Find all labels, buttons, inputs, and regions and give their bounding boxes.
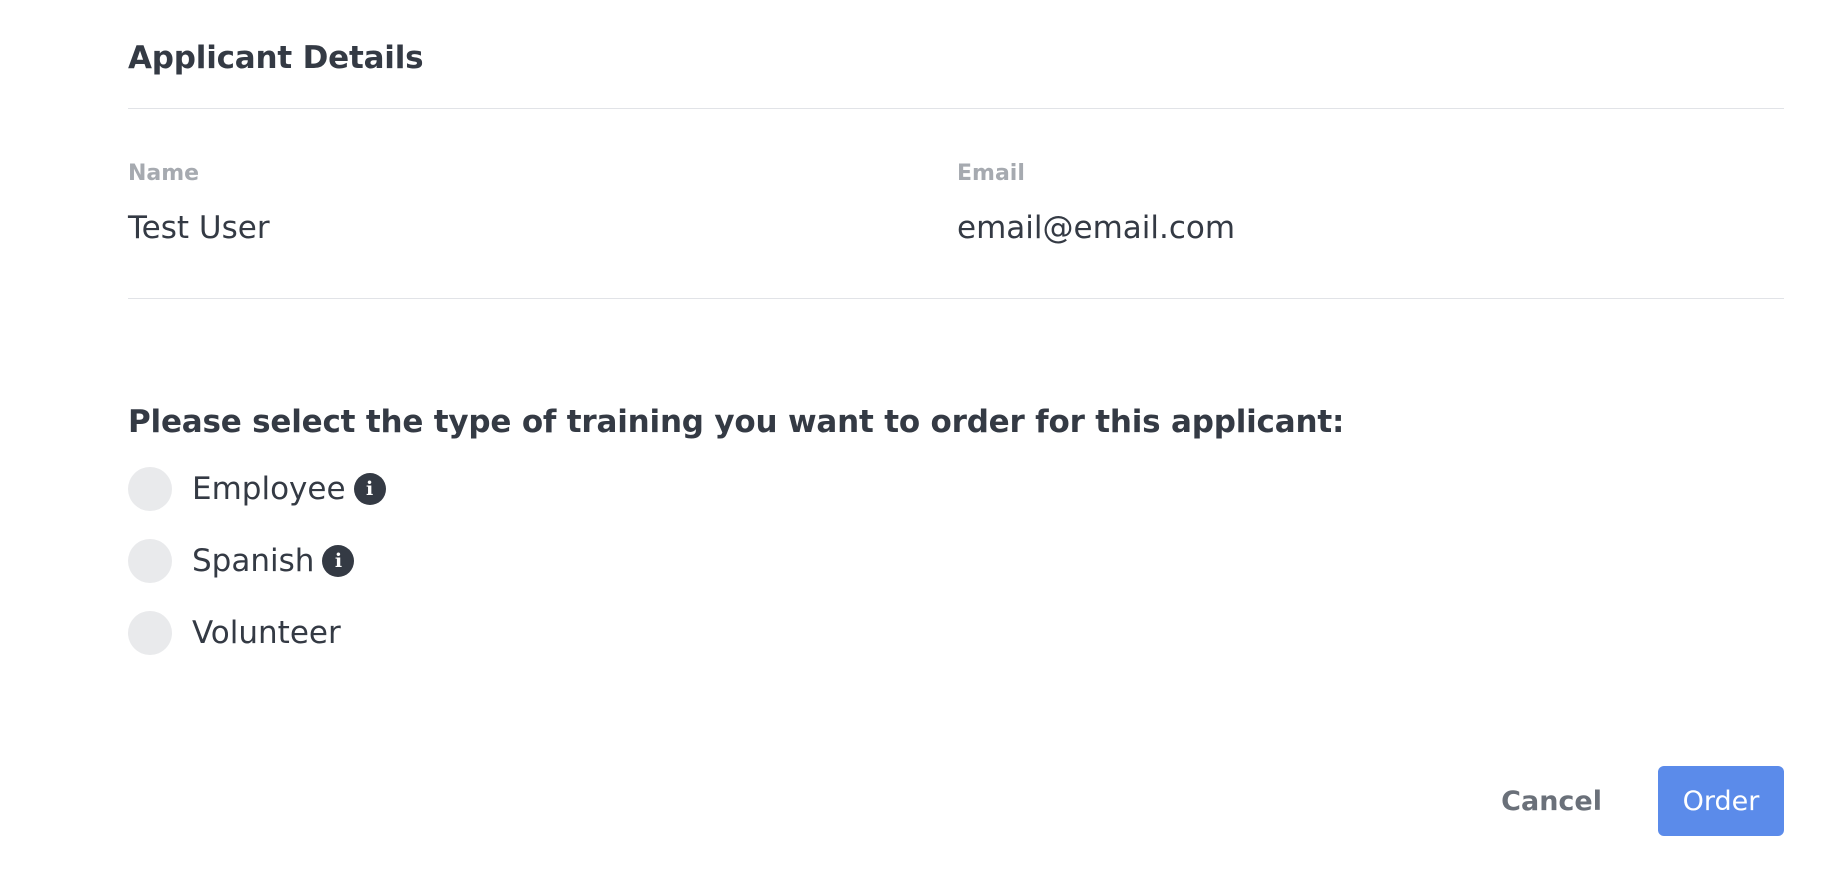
info-icon[interactable]: i bbox=[353, 473, 386, 505]
option-volunteer[interactable]: Volunteer bbox=[128, 611, 386, 655]
option-label: Volunteer bbox=[192, 615, 341, 651]
divider bbox=[128, 108, 1784, 109]
employee-radio[interactable] bbox=[128, 467, 172, 511]
training-options: Employee i Spanish i Volunteer bbox=[128, 467, 386, 683]
email-value: email@email.com bbox=[957, 210, 1236, 246]
name-value: Test User bbox=[128, 210, 270, 246]
option-label: Employee bbox=[192, 471, 346, 507]
section-title: Applicant Details bbox=[128, 40, 424, 76]
name-label: Name bbox=[128, 161, 200, 186]
training-question: Please select the type of training you w… bbox=[128, 404, 1345, 440]
info-icon[interactable]: i bbox=[322, 545, 355, 577]
spanish-radio[interactable] bbox=[128, 539, 172, 583]
option-employee[interactable]: Employee i bbox=[128, 467, 386, 511]
dialog-actions: Cancel Order bbox=[1473, 766, 1784, 836]
option-spanish[interactable]: Spanish i bbox=[128, 539, 386, 583]
option-label: Spanish bbox=[192, 543, 315, 579]
divider bbox=[128, 298, 1784, 299]
applicant-details-dialog: Applicant Details Name Test User Email e… bbox=[0, 0, 1838, 872]
cancel-button[interactable]: Cancel bbox=[1473, 766, 1630, 836]
volunteer-radio[interactable] bbox=[128, 611, 172, 655]
email-label: Email bbox=[957, 161, 1025, 186]
email-field: Email email@email.com bbox=[957, 160, 1235, 246]
order-button[interactable]: Order bbox=[1658, 766, 1784, 836]
name-field: Name Test User bbox=[128, 160, 270, 246]
